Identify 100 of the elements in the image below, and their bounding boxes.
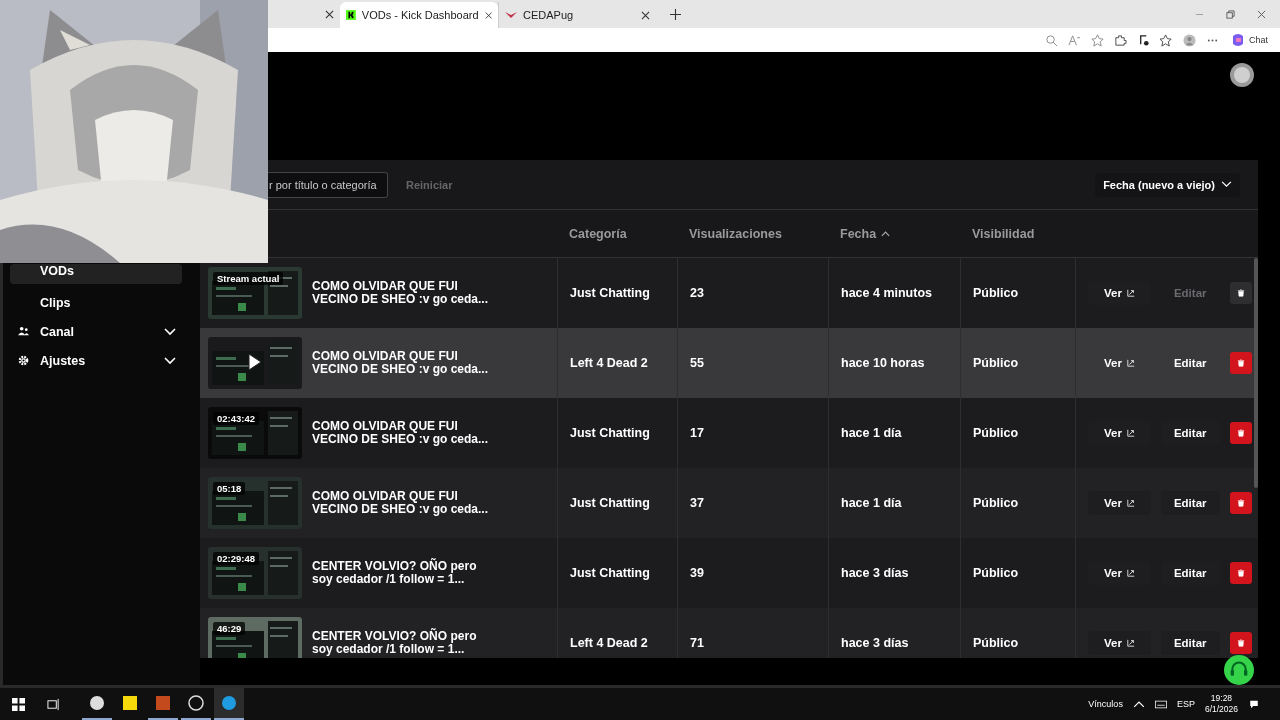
browser-tab[interactable]: VODs - Kick Dashboard: [340, 2, 498, 28]
view-button[interactable]: Ver: [1088, 631, 1151, 655]
sort-up-icon: [881, 230, 891, 237]
windows-start-icon[interactable]: [12, 697, 25, 711]
external-link-icon: [1126, 639, 1135, 647]
column-header[interactable]: Visualizaciones: [677, 226, 828, 241]
external-link-icon: [1126, 499, 1135, 507]
caret-up-icon[interactable]: [1132, 699, 1145, 709]
external-link-icon: [1126, 359, 1135, 367]
chevron-down-icon: [164, 356, 176, 365]
trash-icon: [1236, 499, 1245, 507]
delete-button[interactable]: [1229, 422, 1252, 444]
category-text: Left 4 Dead 2: [570, 356, 648, 370]
date-text: hace 1 día: [841, 496, 902, 510]
clock-date[interactable]: 6/1/2026: [1204, 704, 1238, 715]
sort-dropdown[interactable]: Fecha (nuevo a viejo): [1095, 172, 1240, 197]
visibility-text: Público: [973, 426, 1019, 440]
view-button[interactable]: Ver: [1088, 351, 1151, 375]
video-title[interactable]: COMO OLVIDAR QUE FUI VECINO DE SHEO :v go ceda...: [312, 420, 497, 446]
visibility-text: Público: [973, 356, 1019, 370]
duration-badge: 46:29: [213, 622, 246, 635]
copilot-chat-button[interactable]: Chat: [1229, 31, 1270, 49]
category-text: Just Chatting: [570, 426, 650, 440]
date-text: hace 10 horas: [841, 356, 925, 370]
music-icon[interactable]: [1137, 33, 1150, 47]
trash-icon: [1236, 289, 1245, 297]
restore-icon[interactable]: [1226, 10, 1235, 19]
avatar-icon[interactable]: [1230, 63, 1254, 87]
support-chat-button[interactable]: [1224, 655, 1254, 685]
chevron-down-icon: [1221, 181, 1232, 188]
video-title[interactable]: CENTER VOLVIO? OÑO pero soy cedador /1 follow = 1...: [312, 560, 497, 586]
video-title[interactable]: COMO OLVIDAR QUE FUI VECINO DE SHEO :v go ceda...: [312, 350, 497, 376]
category-text: Left 4 Dead 2: [570, 636, 648, 650]
sidebar-item[interactable]: Ajustes: [10, 346, 182, 375]
edit-button[interactable]: Editar: [1160, 351, 1220, 375]
favorites-icon[interactable]: [1160, 33, 1173, 47]
chevron-down-icon: [164, 327, 176, 336]
read-aloud-icon[interactable]: [1068, 33, 1081, 47]
star-icon[interactable]: [1091, 33, 1104, 47]
delete-button[interactable]: [1229, 352, 1252, 374]
app-icon: [155, 695, 171, 711]
delete-button[interactable]: [1229, 632, 1252, 654]
trash-icon: [1236, 359, 1245, 367]
profile-icon[interactable]: [1183, 33, 1196, 47]
trash-icon: [1236, 569, 1245, 577]
view-button[interactable]: Ver: [1088, 491, 1151, 515]
duration-badge: 02:29:48: [213, 552, 260, 565]
views-count: 55: [690, 356, 704, 370]
sidebar-item[interactable]: Canal: [10, 317, 182, 346]
trash-icon: [1236, 639, 1245, 647]
external-link-icon: [1126, 569, 1135, 577]
video-title[interactable]: CENTER VOLVIO? OÑO pero soy cedador /1 follow = 1...: [312, 630, 497, 656]
links-toolbar[interactable]: Vínculos: [1088, 699, 1123, 709]
app-icon: [221, 695, 237, 711]
scrollbar[interactable]: [1254, 258, 1258, 488]
date-text: hace 3 días: [841, 566, 909, 580]
app-icon: [188, 695, 204, 711]
users-icon: [18, 326, 29, 337]
views-count: 71: [690, 636, 704, 650]
keyboard-icon[interactable]: [1154, 699, 1167, 709]
duration-badge: Stream actual: [213, 272, 284, 285]
duration-badge: 02:43:42: [213, 412, 260, 425]
visibility-text: Público: [973, 286, 1019, 300]
taskbar-app[interactable]: [214, 688, 244, 720]
column-header[interactable]: Visibilidad: [960, 226, 1075, 241]
sidebar-item[interactable]: Clips: [10, 288, 182, 317]
puzzle-icon[interactable]: [1114, 33, 1127, 47]
delete-button[interactable]: [1229, 562, 1252, 584]
delete-button[interactable]: [1229, 492, 1252, 514]
language-indicator[interactable]: ESP: [1176, 699, 1195, 709]
search-field[interactable]: r por título o categoría: [268, 171, 388, 198]
edit-button[interactable]: Editar: [1160, 491, 1220, 515]
date-text: hace 1 día: [841, 426, 902, 440]
new-tab-icon[interactable]: [670, 9, 681, 20]
category-text: Just Chatting: [570, 286, 650, 300]
trash-icon: [1236, 429, 1245, 437]
visibility-text: Público: [973, 496, 1019, 510]
notification-icon[interactable]: [1248, 699, 1260, 709]
column-header[interactable]: Categoría: [557, 226, 677, 241]
zoom-icon[interactable]: [1045, 33, 1058, 47]
app-icon: [122, 695, 138, 711]
edit-button[interactable]: Editar: [1160, 631, 1220, 655]
category-text: Just Chatting: [570, 496, 650, 510]
duration-badge: 05:18: [213, 482, 246, 495]
visibility-text: Público: [973, 636, 1019, 650]
views-count: 23: [690, 286, 704, 300]
external-link-icon: [1126, 429, 1135, 437]
views-count: 37: [690, 496, 704, 510]
task-view-icon[interactable]: [47, 697, 60, 711]
close-icon[interactable]: [325, 9, 334, 19]
category-text: Just Chatting: [570, 566, 650, 580]
close-icon[interactable]: [484, 10, 492, 20]
close-icon[interactable]: [1257, 10, 1266, 19]
column-header[interactable]: Fecha: [828, 226, 960, 241]
clock-time[interactable]: 19:28: [1210, 693, 1233, 704]
external-link-icon: [1126, 289, 1135, 297]
video-title[interactable]: COMO OLVIDAR QUE FUI VECINO DE SHEO :v go ceda...: [312, 490, 497, 516]
play-icon[interactable]: [248, 353, 262, 371]
close-icon[interactable]: [641, 10, 650, 20]
sidebar-item[interactable]: VODs: [10, 264, 182, 284]
